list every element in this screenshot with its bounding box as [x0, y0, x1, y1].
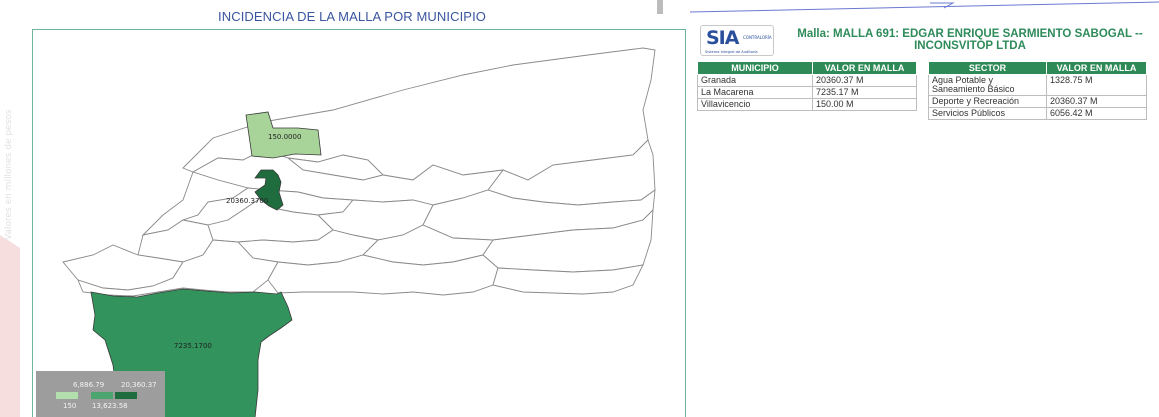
municipality-boundaries — [62, 47, 656, 297]
table-row[interactable]: La Macarena 7235.17 M — [697, 86, 917, 99]
sector-cell: Servicios Públicos — [928, 107, 1047, 120]
municipio-table: MUNICIPIO VALOR EN MALLA Granada 20360.3… — [697, 61, 917, 111]
sia-logo: SIA CONTRALORÍA Sistema Integral de Audi… — [700, 25, 774, 56]
y-axis-side-label: Valores en millones de pesos — [4, 109, 14, 240]
sector-table: SECTOR VALOR EN MALLA Agua Potable y San… — [928, 61, 1147, 120]
panel-divider[interactable] — [657, 0, 663, 14]
map-title: INCIDENCIA DE LA MALLA POR MUNICIPIO — [218, 9, 486, 24]
legend-value-top-left: 6,886.79 — [73, 381, 105, 389]
valor-cell: 20360.37 M — [1046, 95, 1147, 108]
legend-value-bottom-right: 13,623.58 — [92, 402, 128, 410]
valor-column-header[interactable]: VALOR EN MALLA — [1046, 61, 1147, 75]
valor-cell: 1328.75 M — [1046, 74, 1147, 96]
valor-cell: 6056.42 M — [1046, 107, 1147, 120]
table-row[interactable]: Granada 20360.37 M — [697, 74, 917, 87]
municipality-map[interactable]: 150.0000 20360.3700 7235.1700 — [33, 30, 685, 417]
valor-cell: 150.00 M — [812, 98, 917, 111]
sector-cell: Agua Potable y Saneamiento Básico — [928, 74, 1047, 96]
map-panel[interactable]: 150.0000 20360.3700 7235.1700 6,886.79 2… — [32, 29, 686, 417]
valor-cell: 20360.37 M — [812, 74, 917, 87]
map-legend: 6,886.79 20,360.37 150 13,623.58 — [36, 371, 165, 417]
map-label-granada: 20360.3700 — [226, 197, 268, 205]
municipio-column-header[interactable]: MUNICIPIO — [697, 61, 813, 75]
legend-swatch-mid — [91, 392, 113, 399]
map-label-la-macarena: 7235.1700 — [174, 342, 212, 350]
sia-logo-subtext: CONTRALORÍA — [743, 35, 772, 40]
sector-cell: Deporte y Recreación — [928, 95, 1047, 108]
sia-logo-mark: SIA — [706, 27, 739, 49]
municipio-cell: La Macarena — [697, 86, 813, 99]
table-row[interactable]: Deporte y Recreación 20360.37 M — [928, 95, 1147, 108]
table-row[interactable]: Agua Potable y Saneamiento Básico 1328.7… — [928, 74, 1147, 96]
sia-logo-tagline: Sistema Integral de Auditoría — [705, 50, 758, 54]
map-label-villavicencio: 150.0000 — [268, 133, 301, 141]
table-row[interactable]: Servicios Públicos 6056.42 M — [928, 107, 1147, 120]
municipio-cell: Granada — [697, 74, 813, 87]
background-line — [689, 1, 1159, 13]
background-pink-shape — [0, 235, 20, 417]
valor-column-header[interactable]: VALOR EN MALLA — [812, 61, 917, 75]
legend-value-top-right: 20,360.37 — [121, 381, 157, 389]
malla-title: Malla: MALLA 691: EDGAR ENRIQUE SARMIENT… — [797, 28, 1143, 52]
valor-cell: 7235.17 M — [812, 86, 917, 99]
table-row[interactable]: Villavicencio 150.00 M — [697, 98, 917, 111]
legend-value-bottom-left: 150 — [63, 402, 77, 410]
sector-column-header[interactable]: SECTOR — [928, 61, 1047, 75]
municipio-cell: Villavicencio — [697, 98, 813, 111]
legend-swatch-low — [56, 392, 78, 399]
legend-swatch-high — [115, 392, 137, 399]
